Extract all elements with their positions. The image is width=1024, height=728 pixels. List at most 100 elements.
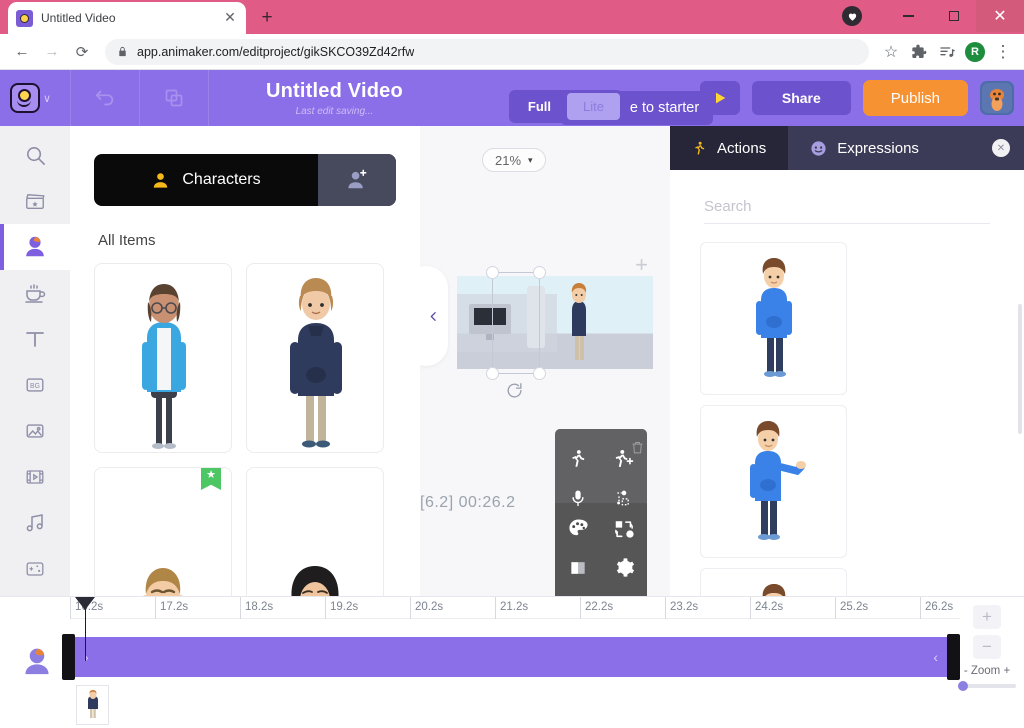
animaker-logo-icon — [10, 83, 40, 113]
search-placeholder: Search — [704, 198, 752, 215]
action-item-presenting[interactable] — [700, 405, 847, 558]
person-yellow-icon — [154, 172, 168, 188]
timeline-tick: 19.2s — [325, 597, 358, 619]
chevron-down-icon[interactable]: ∨ — [43, 92, 51, 105]
app-logo-button[interactable]: ∨ — [0, 70, 70, 126]
action-item-standing[interactable] — [700, 242, 847, 395]
right-panel-scrollbar[interactable] — [1018, 304, 1022, 434]
duplicate-button[interactable] — [140, 70, 208, 126]
motion-path-icon[interactable] — [601, 478, 647, 517]
zoom-plus-sign[interactable]: + — [1003, 665, 1010, 677]
browser-tab[interactable]: Untitled Video ✕ — [8, 2, 246, 34]
library-item-woman-glasses[interactable] — [94, 263, 232, 453]
timeline-tick: 24.2s — [750, 597, 783, 619]
address-bar[interactable]: app.animaker.com/editproject/gikSKCO39Zd… — [105, 38, 869, 65]
tab-actions[interactable]: Actions — [670, 126, 789, 170]
project-title-block[interactable]: Untitled Video Last edit saving... — [209, 80, 500, 117]
timeline-clip[interactable]: › ‹ — [62, 634, 960, 680]
bookmark-star-icon[interactable]: ☆ — [878, 39, 904, 65]
timeline-zoom-controls: + − - Zoom + — [958, 605, 1016, 691]
sidebar-item-characters[interactable] — [0, 224, 70, 270]
canvas-zoom-value: 21% — [495, 152, 522, 168]
library-item-woman-teal[interactable] — [246, 467, 384, 596]
sidebar-item-effects[interactable] — [0, 546, 70, 592]
sidebar-item-props[interactable] — [0, 270, 70, 316]
tab-close-icon[interactable]: ✕ — [222, 10, 238, 26]
back-icon[interactable]: ← — [8, 38, 36, 66]
right-panel-tabs: Actions Expressions ✕ — [670, 126, 1024, 170]
selection-handle-br[interactable] — [533, 367, 546, 380]
action-icon[interactable] — [555, 439, 601, 478]
close-panel-icon[interactable]: ✕ — [992, 139, 1010, 157]
media-icon[interactable] — [934, 39, 960, 65]
stage-character[interactable] — [565, 282, 593, 364]
walking-person-icon — [695, 141, 705, 154]
voice-record-icon[interactable] — [555, 478, 601, 517]
clip-arrow-left[interactable]: ‹ — [933, 649, 938, 665]
left-icon-rail: BG — [0, 126, 70, 596]
add-character-button[interactable] — [318, 154, 396, 206]
timeline-clip-thumbnail[interactable] — [76, 685, 109, 725]
zoom-minus-sign[interactable]: - — [964, 665, 968, 677]
sidebar-item-text[interactable] — [0, 316, 70, 362]
timeline-tick: 17.2s — [155, 597, 188, 619]
image-icon — [26, 424, 44, 438]
selection-handle-tr[interactable] — [533, 266, 546, 279]
lock-icon — [119, 46, 126, 57]
forward-icon[interactable]: → — [38, 38, 66, 66]
selection-box[interactable] — [486, 266, 546, 380]
heart-icon[interactable] — [842, 6, 862, 26]
window-close-button[interactable]: ✕ — [976, 0, 1024, 32]
collapse-library-button[interactable] — [420, 266, 448, 366]
library-item-man-shirt-tie[interactable]: ★ — [94, 467, 232, 596]
timeline-zoom-out-button[interactable]: − — [973, 635, 1001, 659]
selection-handle-tl[interactable] — [486, 266, 499, 279]
right-panel: Actions Expressions ✕ Search — [670, 126, 1024, 596]
browser-menu-icon[interactable]: ⋮ — [990, 39, 1016, 65]
text-t-icon — [26, 332, 44, 347]
selection-handle-bl[interactable] — [486, 367, 499, 380]
settings-icon[interactable] — [601, 548, 647, 587]
mode-option-lite[interactable]: Lite — [566, 93, 620, 120]
sidebar-item-music[interactable] — [0, 500, 70, 546]
sidebar-item-background[interactable]: BG — [0, 362, 70, 408]
sidebar-item-scenes[interactable] — [0, 178, 70, 224]
publish-button[interactable]: Publish — [862, 80, 968, 116]
search-icon — [26, 146, 45, 165]
timeline-track-character-icon[interactable] — [20, 645, 54, 679]
timeline: 16.2s 17.2s 18.2s 19.2s 20.2s 21.2s 22.2… — [0, 596, 1024, 728]
sidebar-item-search[interactable] — [0, 132, 70, 178]
canvas-zoom-selector[interactable]: 21% ▾ — [482, 148, 546, 172]
profile-avatar[interactable]: R — [962, 39, 988, 65]
premium-badge: ★ — [201, 468, 221, 490]
tab-expressions[interactable]: Expressions — [788, 126, 941, 170]
canvas-stage[interactable] — [457, 276, 653, 369]
user-avatar-icon[interactable] — [980, 81, 1014, 115]
action-item-annoyed[interactable] — [700, 568, 847, 596]
chevron-left-icon — [430, 311, 436, 321]
flip-icon[interactable] — [555, 548, 601, 587]
puzzle-icon[interactable] — [906, 39, 932, 65]
tab-characters[interactable]: Characters — [94, 154, 318, 206]
new-tab-button[interactable]: + — [256, 7, 278, 29]
window-maximize-button[interactable] — [931, 0, 976, 32]
props-cup-icon — [25, 284, 46, 303]
timeline-zoom-in-button[interactable]: + — [973, 605, 1001, 629]
add-scene-icon[interactable]: + — [635, 252, 648, 278]
reload-icon[interactable]: ⟳ — [68, 38, 96, 66]
share-button[interactable]: Share — [751, 81, 851, 115]
sidebar-item-video[interactable] — [0, 454, 70, 500]
outer-trash-icon[interactable] — [630, 439, 645, 456]
timeline-playhead[interactable] — [75, 597, 95, 661]
rotate-handle-icon[interactable] — [505, 381, 524, 400]
library-item-man-hoodie[interactable] — [246, 263, 384, 453]
mode-toggle[interactable]: Full Lite — [508, 90, 623, 123]
timeline-zoom-slider[interactable] — [958, 681, 1016, 691]
mode-option-full[interactable]: Full — [512, 93, 567, 120]
search-input[interactable]: Search — [704, 190, 990, 224]
window-minimize-button[interactable] — [886, 0, 931, 32]
timeline-ruler[interactable]: 16.2s 17.2s 18.2s 19.2s 20.2s 21.2s 22.2… — [70, 597, 960, 619]
sidebar-item-images[interactable] — [0, 408, 70, 454]
clip-handle-left[interactable] — [62, 634, 75, 680]
undo-button[interactable] — [71, 70, 139, 126]
